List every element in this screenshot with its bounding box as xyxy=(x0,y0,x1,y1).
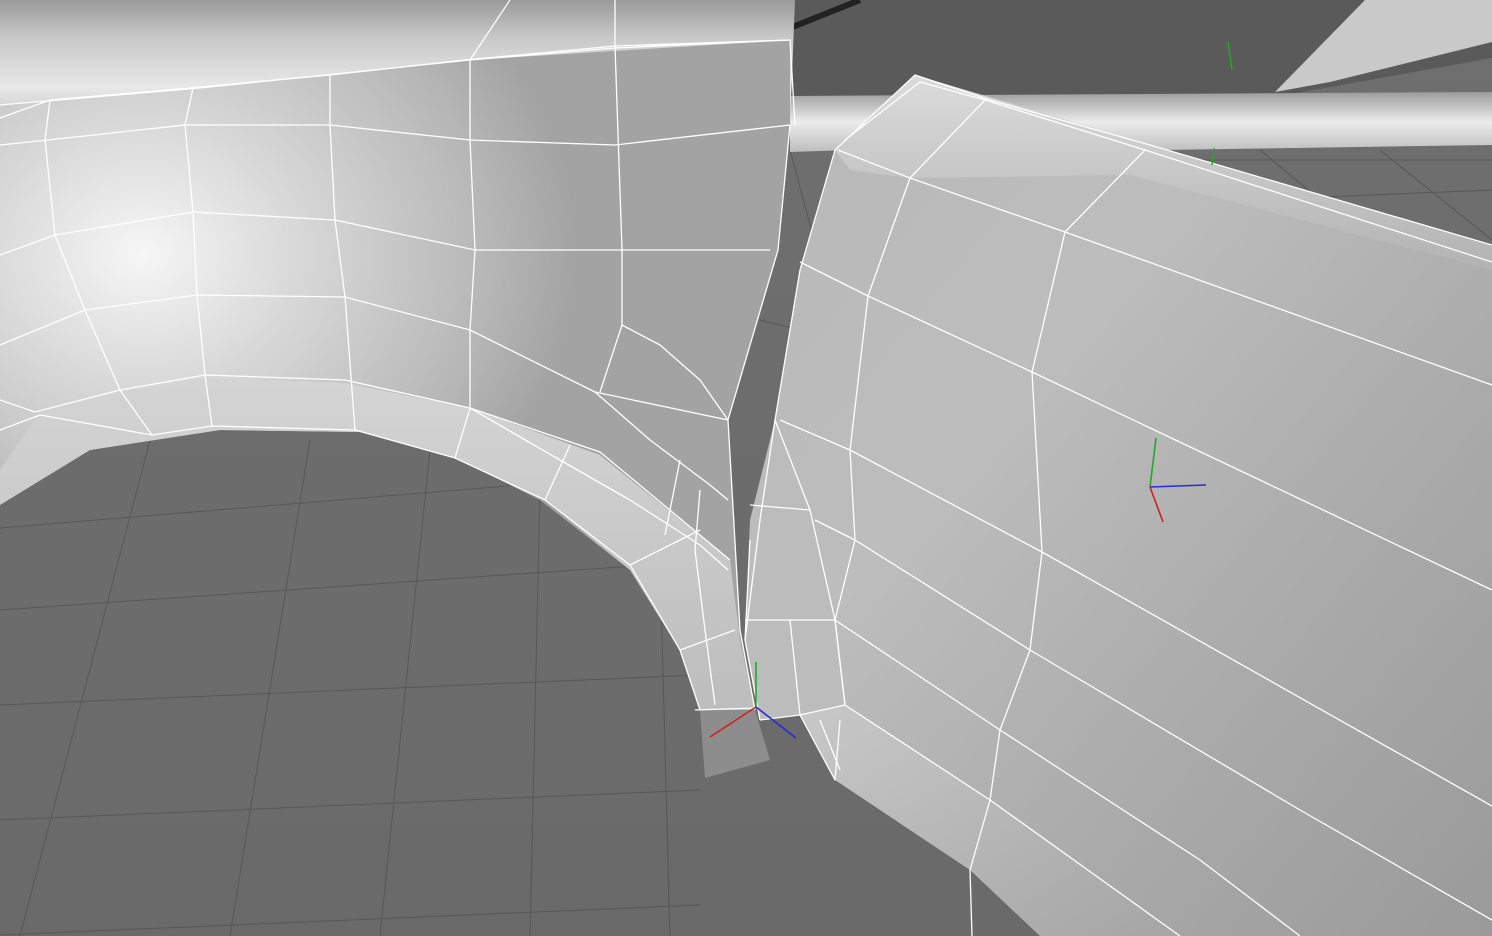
viewport-canvas[interactable] xyxy=(0,0,1492,936)
3d-viewport[interactable] xyxy=(0,0,1492,936)
